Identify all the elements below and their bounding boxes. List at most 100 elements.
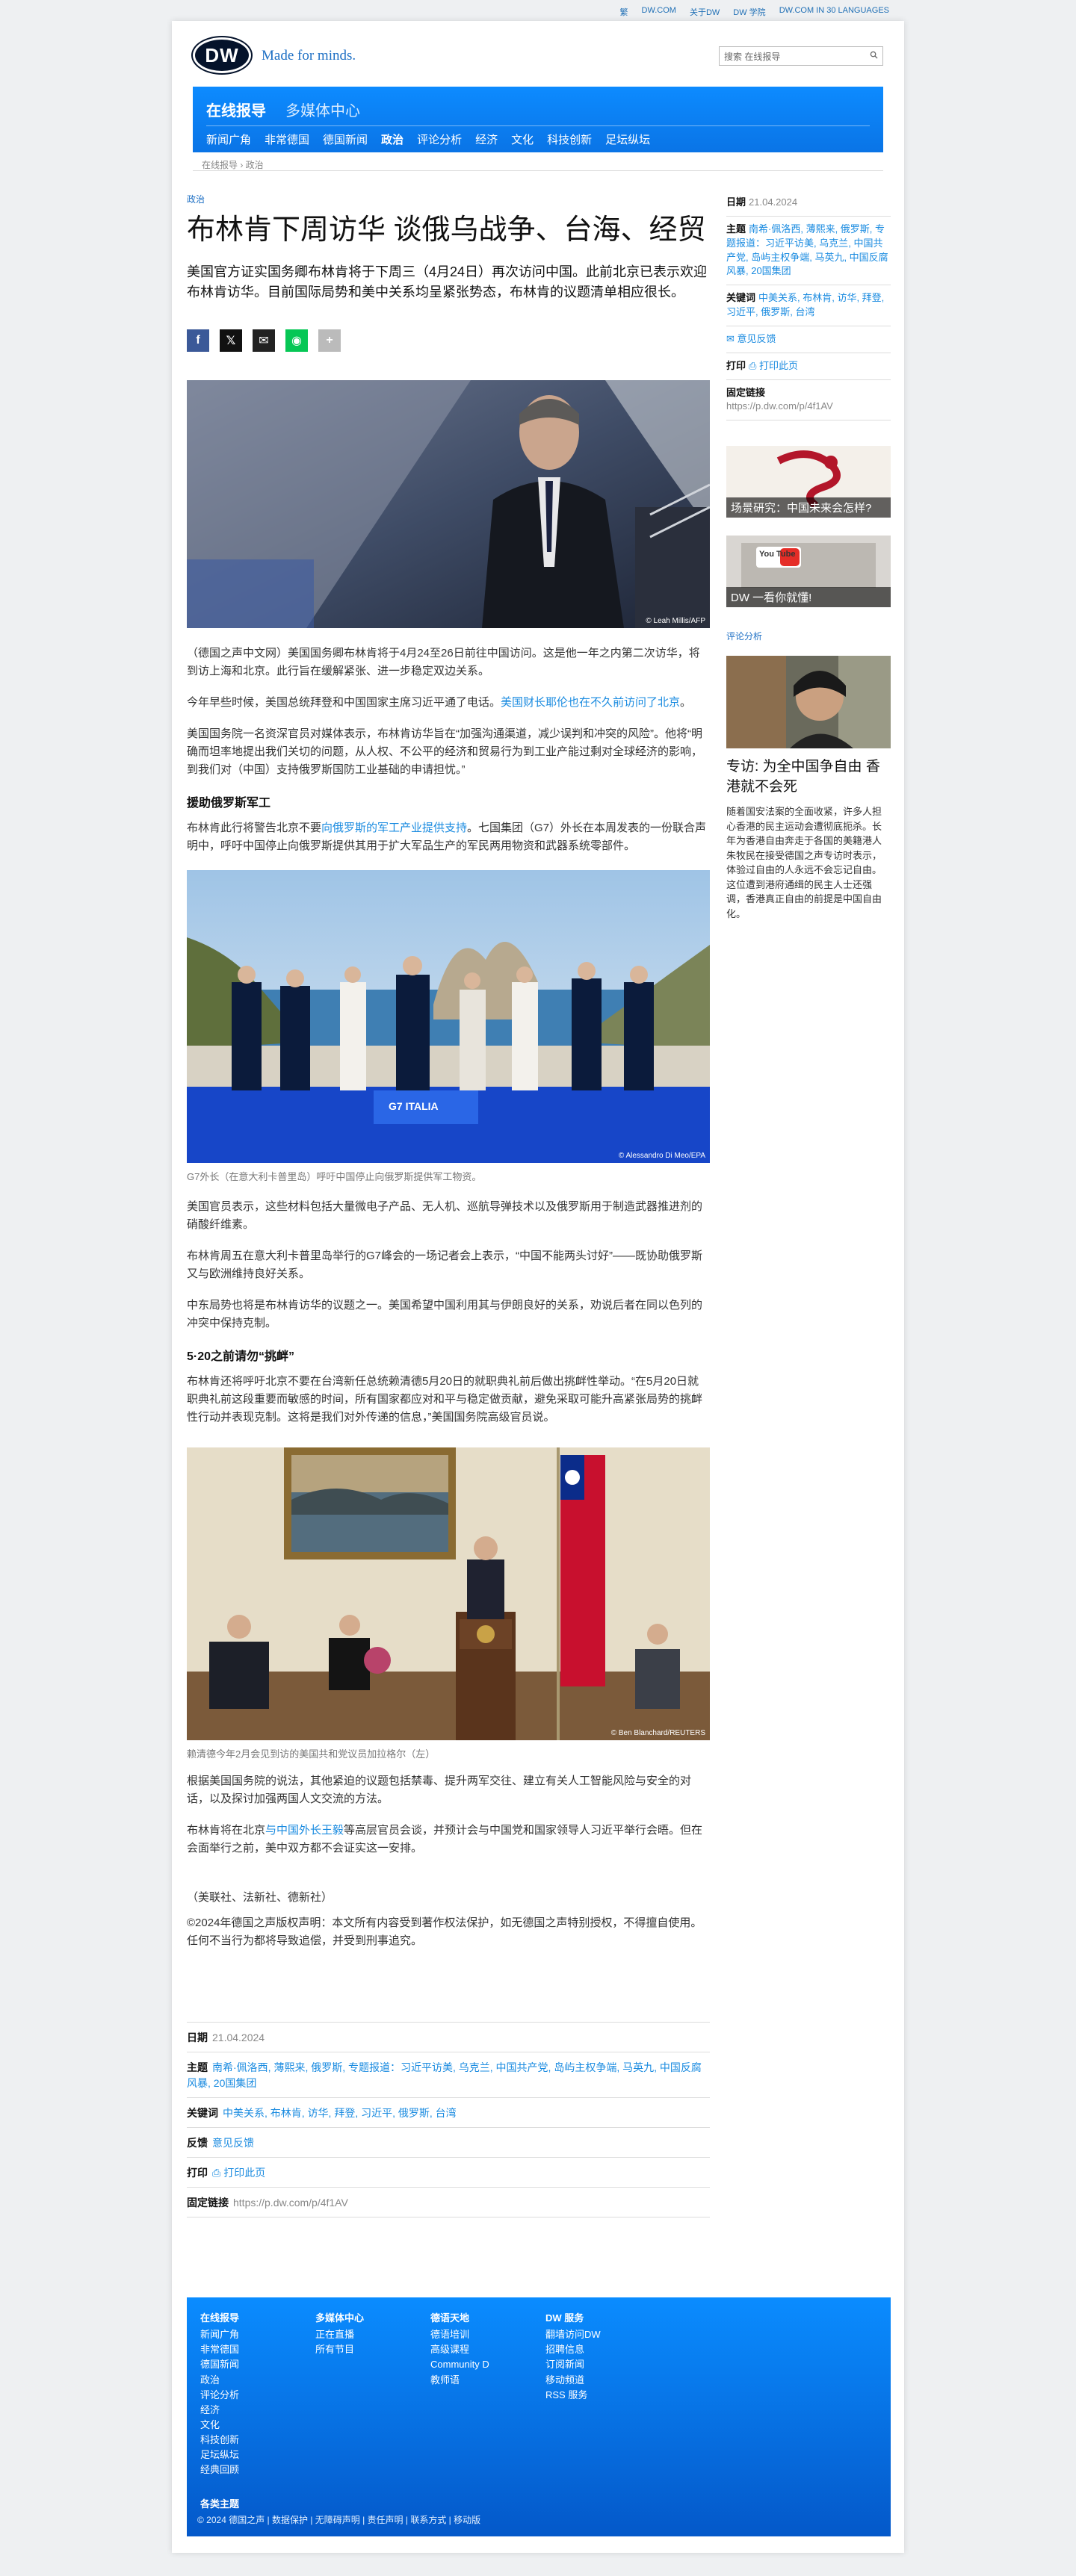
sources: （美联社、法新社、德新社） bbox=[187, 1890, 333, 1904]
sidebar-section-title[interactable]: 评论分析 bbox=[726, 630, 891, 642]
dw-logo[interactable]: DW bbox=[193, 37, 251, 73]
image-credit: © Alessandro Di Meo/EPA bbox=[618, 1151, 705, 1160]
teaser-china-future[interactable]: 场景研究：中国未来会怎样? bbox=[726, 446, 891, 518]
footer-link[interactable]: 非常德国 bbox=[200, 2342, 239, 2357]
footer-link[interactable]: 德语培训 bbox=[430, 2327, 489, 2342]
teaser-youtube[interactable]: You Tube DW 一看你就懂! bbox=[726, 536, 891, 608]
sidebar-print-link[interactable]: 打印此页 bbox=[759, 360, 798, 371]
footer-link[interactable]: 所有节目 bbox=[315, 2342, 364, 2357]
main-nav: 在线报导 多媒体中心 新闻广角 非常德国 德国新闻 政治 评论分析 经济 文化 … bbox=[193, 87, 883, 152]
footer-link[interactable]: 经典回顾 bbox=[200, 2462, 239, 2477]
footer-link[interactable]: RSS 服务 bbox=[545, 2388, 601, 2403]
footer-link[interactable]: 足坛纵坛 bbox=[200, 2448, 239, 2462]
teaser-label: DW 一看你就懂! bbox=[726, 587, 891, 608]
article-lead: 美国官方证实国务卿布林肯将于下周三（4月24日）再次访问中国。此前北京已表示欢迎… bbox=[187, 264, 708, 300]
article-image-lai: © Ben Blanchard/REUTERS bbox=[187, 1447, 710, 1740]
nav-item-german-news[interactable]: 德国新闻 bbox=[323, 131, 368, 147]
footer-topics-link[interactable]: 各类主题 bbox=[200, 2496, 239, 2510]
footer-link[interactable]: 科技创新 bbox=[200, 2433, 239, 2448]
paragraph-text: 。 bbox=[680, 695, 692, 709]
footer-link[interactable]: 高级课程 bbox=[430, 2342, 489, 2357]
meta-date: 日期 21.04.2024 bbox=[187, 2023, 710, 2052]
nav-item-tech[interactable]: 科技创新 bbox=[547, 131, 592, 147]
footer-col-services: DW 服务 翻墙访问DW 招聘信息 订阅新闻 移动频道 RSS 服务 bbox=[545, 2311, 601, 2403]
sidebar-topics: 主题 南希·佩洛西, 薄熙来, 俄罗斯, 专题报道：习近平访美, 乌克兰, 中国共… bbox=[726, 217, 891, 286]
sidebar-story-image[interactable] bbox=[726, 656, 891, 749]
sidebar-permalink: 固定链接 https://p.dw.com/p/4f1AV bbox=[726, 380, 891, 421]
nav-item-sports[interactable]: 足坛纵坛 bbox=[605, 131, 650, 147]
footer-link[interactable]: Community D bbox=[430, 2357, 489, 2372]
search-input[interactable]: 搜索 在线报导 bbox=[719, 46, 883, 66]
divider bbox=[193, 170, 883, 171]
paragraph: 根据美国国务院的说法，其他紧迫的议题包括禁毒、提升两军交往、建立有关人工智能风险… bbox=[187, 1774, 692, 1805]
meta-topics: 主题 南希·佩洛西, 薄熙来, 俄罗斯, 专题报道：习近平访美, 乌克兰, 中国共… bbox=[187, 2052, 710, 2098]
footer-link[interactable]: 新闻广角 bbox=[200, 2327, 239, 2342]
nav-title[interactable]: 在线报导 bbox=[206, 99, 266, 120]
footer-link[interactable]: 移动频道 bbox=[545, 2373, 601, 2388]
footer-link[interactable]: 翻墙访问DW bbox=[545, 2327, 601, 2342]
sidebar-date: 日期 21.04.2024 bbox=[726, 190, 891, 217]
topic-links[interactable]: 南希·佩洛西, 薄熙来, 俄罗斯, 专题报道：习近平访美, 乌克兰, 中国共产党… bbox=[187, 2061, 702, 2089]
youtube-logo: You Tube bbox=[759, 550, 796, 559]
top-link-languages[interactable]: DW.COM IN 30 LANGUAGES bbox=[779, 6, 889, 18]
nav-item-economy[interactable]: 经济 bbox=[475, 131, 498, 147]
nav-multimedia[interactable]: 多媒体中心 bbox=[285, 99, 360, 120]
keyword-links[interactable]: 中美关系, 布林肯, 访华, 拜登, 习近平, 俄罗斯, 台湾 bbox=[223, 2105, 457, 2121]
meta-keywords: 关键词 中美关系, 布林肯, 访华, 拜登, 习近平, 俄罗斯, 台湾 bbox=[187, 2098, 710, 2128]
top-link-dwcom[interactable]: DW.COM bbox=[642, 6, 676, 18]
top-link-traditional[interactable]: 繁 bbox=[620, 6, 628, 18]
paragraph: 中东局势也将是布林肯访华的议题之一。美国希望中国利用其与伊朗良好的关系，劝说后者… bbox=[187, 1298, 703, 1329]
mail-share-icon[interactable]: ✉ bbox=[253, 329, 275, 352]
print-icon[interactable]: ⎙ bbox=[212, 2165, 220, 2181]
inline-link-military[interactable]: 向俄罗斯的军工产业提供支持 bbox=[321, 822, 467, 834]
breadcrumb[interactable]: 在线报导 › 政治 bbox=[202, 158, 264, 171]
image-credit: © Leah Millis/AFP bbox=[646, 616, 705, 625]
top-links: 繁 DW.COM 关于DW DW 学院 DW.COM IN 30 LANGUAG… bbox=[620, 6, 889, 18]
feedback-link[interactable]: 意见反馈 bbox=[212, 2135, 254, 2151]
image-caption: G7外长（在意大利卡普里岛）呼吁中国停止向俄罗斯提供军工物资。 bbox=[187, 1170, 482, 1182]
footer-link[interactable]: 正在直播 bbox=[315, 2327, 364, 2342]
sidebar-feedback: ✉ 意见反馈 bbox=[726, 326, 891, 353]
article-kicker[interactable]: 政治 bbox=[187, 193, 710, 205]
sidebar-topic-links[interactable]: 南希·佩洛西, 薄熙来, 俄罗斯, 专题报道：习近平访美, 乌克兰, 中国共产党… bbox=[726, 223, 888, 277]
footer-col-german: 德语天地 德语培训 高级课程 Community D 教师语 bbox=[430, 2311, 489, 2388]
inline-link-wangyi[interactable]: 与中国外长王毅 bbox=[265, 1824, 344, 1837]
x-share-icon[interactable]: 𝕏 bbox=[220, 329, 242, 352]
print-link[interactable]: 打印此页 bbox=[223, 2165, 265, 2181]
footer-link[interactable]: 招聘信息 bbox=[545, 2342, 601, 2357]
inline-link-yellen[interactable]: 美国财长耶伦也在不久前访问了北京 bbox=[501, 696, 680, 709]
footer-link[interactable]: 教师语 bbox=[430, 2373, 489, 2388]
footer-link[interactable]: 评论分析 bbox=[200, 2388, 239, 2403]
teaser-label: 场景研究：中国未来会怎样? bbox=[726, 497, 891, 518]
sidebar-feedback-link[interactable]: 意见反馈 bbox=[738, 333, 776, 344]
nav-item-commentary[interactable]: 评论分析 bbox=[417, 131, 462, 147]
permalink-url[interactable]: https://p.dw.com/p/4f1AV bbox=[233, 2195, 348, 2211]
meta-feedback: 反馈 意见反馈 bbox=[187, 2128, 710, 2158]
top-link-academy[interactable]: DW 学院 bbox=[733, 6, 765, 18]
top-link-about[interactable]: 关于DW bbox=[690, 6, 720, 18]
footer-legal[interactable]: © 2024 德国之声 | 数据保护 | 无障碍声明 | 责任声明 | 联系方式… bbox=[197, 2513, 480, 2526]
article-image-blinken: © Leah Millis/AFP bbox=[187, 379, 710, 628]
footer-link[interactable]: 德国新闻 bbox=[200, 2357, 239, 2372]
paragraph: 美国官员表示，这些材料包括大量微电子产品、无人机、巡航导弹技术以及俄罗斯用于制造… bbox=[187, 1199, 703, 1231]
footer-link[interactable]: 政治 bbox=[200, 2373, 239, 2388]
nav-item-news[interactable]: 新闻广角 bbox=[206, 131, 251, 147]
footer-link[interactable]: 经济 bbox=[200, 2403, 239, 2418]
nav-item-culture[interactable]: 文化 bbox=[511, 131, 534, 147]
facebook-share-icon[interactable]: f bbox=[187, 329, 209, 352]
nav-item-germany[interactable]: 非常德国 bbox=[265, 131, 309, 147]
image-caption: 赖清德今年2月会见到访的美国共和党议员加拉格尔（左） bbox=[187, 1748, 436, 1760]
sidebar-story-title[interactable]: 专访: 为全中国争自由 香港就不会死 bbox=[726, 757, 891, 797]
section-heading: 5·20之前请勿“挑衅” bbox=[187, 1350, 295, 1363]
search-icon[interactable] bbox=[870, 51, 878, 61]
footer-link[interactable]: 文化 bbox=[200, 2418, 239, 2433]
footer-link[interactable]: 订阅新闻 bbox=[545, 2357, 601, 2372]
tagline: Made for minds. bbox=[262, 48, 356, 63]
line-share-icon[interactable]: ◉ bbox=[285, 329, 308, 352]
more-share-icon[interactable]: + bbox=[318, 329, 341, 352]
share-bar: f 𝕏 ✉ ◉ + bbox=[187, 329, 710, 352]
sidebar-permalink-url[interactable]: https://p.dw.com/p/4f1AV bbox=[726, 400, 833, 412]
print-icon[interactable]: ⎙ bbox=[749, 360, 759, 371]
nav-item-politics[interactable]: 政治 bbox=[381, 131, 404, 147]
sidebar-print: 打印 ⎙ 打印此页 bbox=[726, 353, 891, 380]
